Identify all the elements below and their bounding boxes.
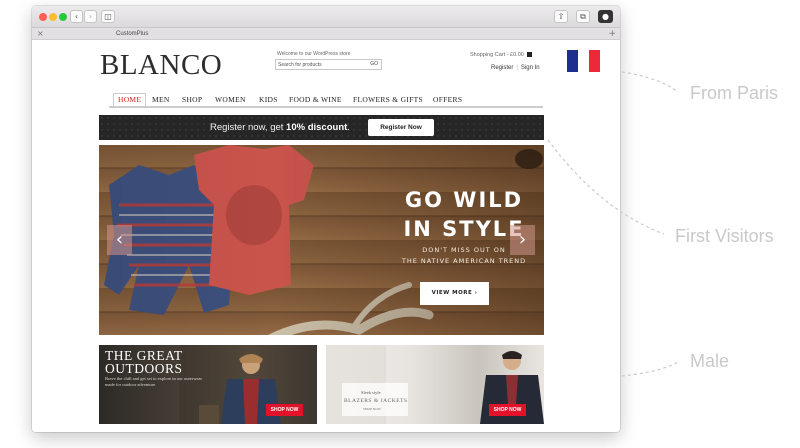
annotation-male: Male (690, 351, 730, 371)
annotation-first-visitors: First Visitors (675, 226, 774, 246)
annotation-connectors (547, 71, 679, 377)
screenshot-stage: ‹ › ◫ ⇧ ⧉ ● × CustomPlus + BLANCO Welcom… (0, 0, 800, 448)
annotation-from-paris: From Paris (690, 83, 779, 103)
